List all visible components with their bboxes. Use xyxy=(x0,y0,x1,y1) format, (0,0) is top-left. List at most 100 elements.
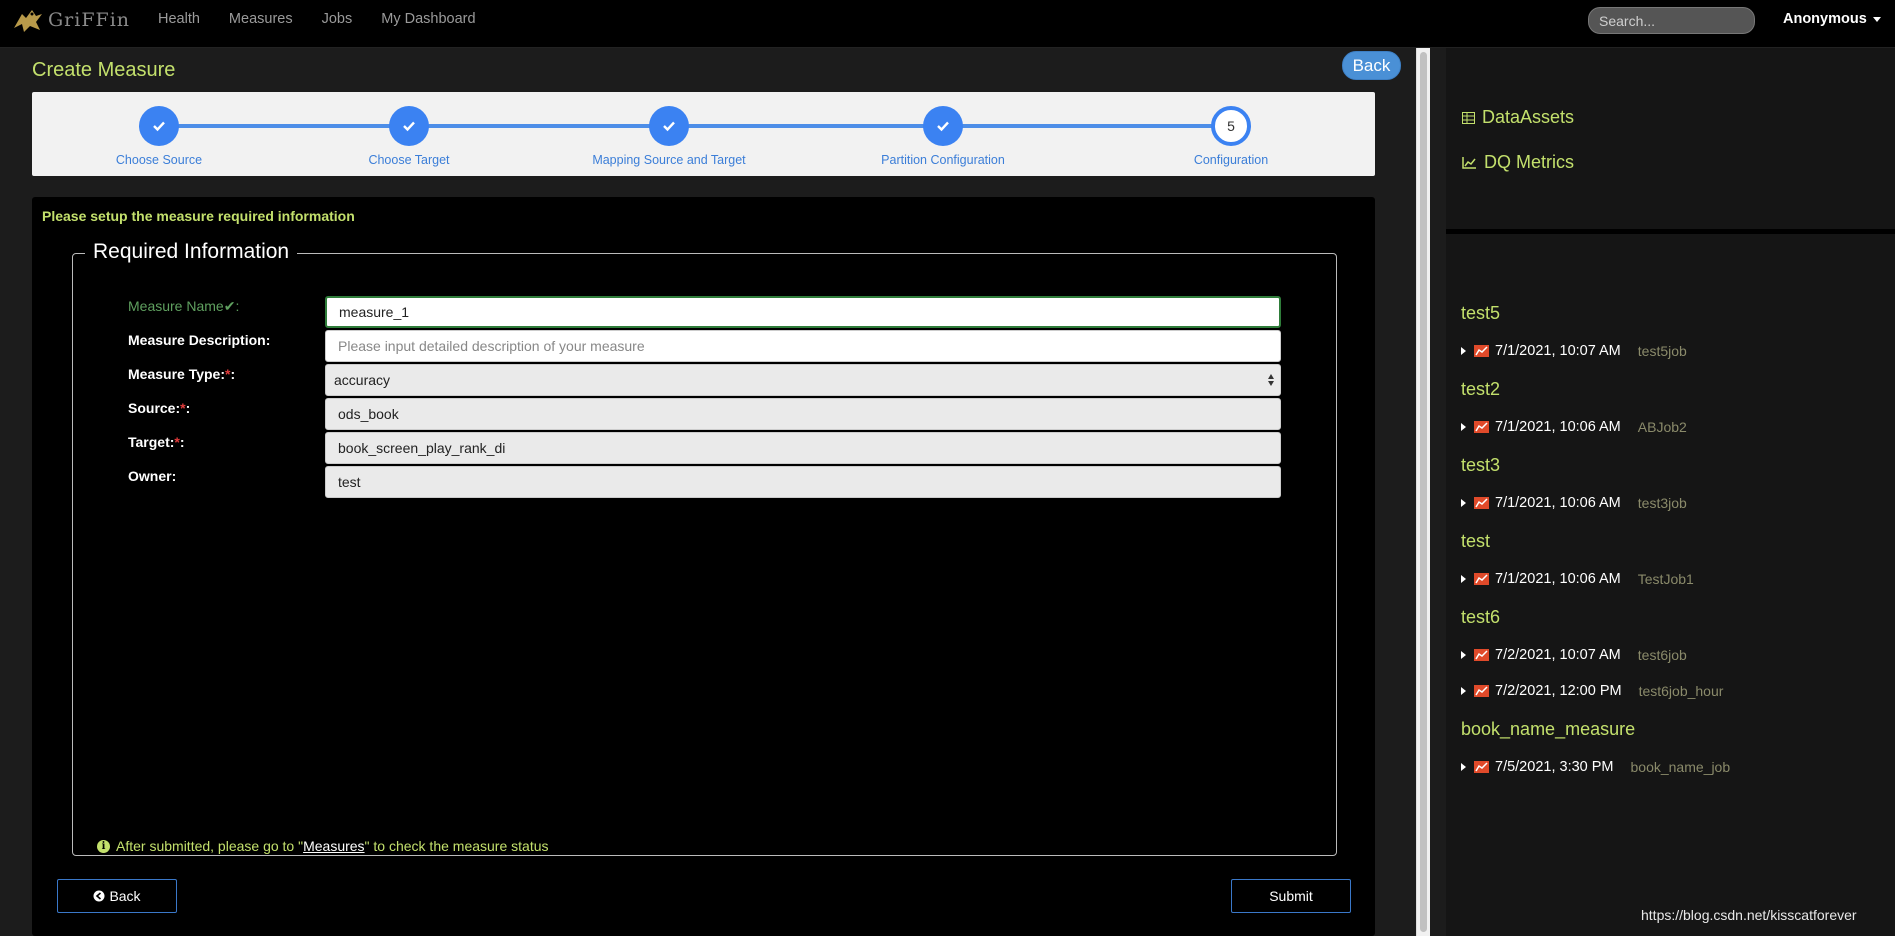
area-chart-icon xyxy=(1474,345,1489,357)
run-time: 7/1/2021, 10:06 AM xyxy=(1495,571,1621,587)
area-chart-icon xyxy=(1474,497,1489,509)
required-star: * xyxy=(180,400,186,416)
form-panel: Please setup the measure required inform… xyxy=(32,197,1375,936)
nav-health[interactable]: Health xyxy=(158,11,200,27)
sidebar-dq-metrics[interactable]: DQ Metrics xyxy=(1462,152,1574,173)
measure-description-input[interactable] xyxy=(325,330,1281,362)
job-name: test5job xyxy=(1637,343,1687,359)
submit-button[interactable]: Submit xyxy=(1231,879,1351,913)
run-time: 7/1/2021, 10:07 AM xyxy=(1495,343,1621,359)
target-label: Target:*: xyxy=(128,434,185,450)
caret-down-icon xyxy=(1872,16,1881,22)
metric-run-row[interactable]: 7/5/2021, 3:30 PM book_name_job xyxy=(1461,759,1730,775)
job-name: TestJob1 xyxy=(1637,571,1694,587)
measure-description-row: Measure Description: xyxy=(73,330,1338,362)
griffin-logo-icon xyxy=(14,10,42,32)
step-mapping[interactable]: Mapping Source and Target xyxy=(569,106,769,167)
nav-links: Health Measures Jobs My Dashboard xyxy=(158,11,476,27)
search-input[interactable] xyxy=(1588,7,1755,34)
step-label: Partition Configuration xyxy=(881,153,1005,167)
measures-link[interactable]: Measures xyxy=(303,838,364,854)
metric-run-row[interactable]: 7/1/2021, 10:07 AM test5job xyxy=(1461,343,1687,359)
fieldset-legend: Required Information xyxy=(85,240,298,264)
measure-type-value: accuracy xyxy=(334,372,391,388)
nav-my-dashboard[interactable]: My Dashboard xyxy=(381,11,475,27)
step-configuration[interactable]: 5 Configuration xyxy=(1131,106,1331,167)
metric-run-row[interactable]: 7/1/2021, 10:06 AM ABJob2 xyxy=(1461,419,1687,435)
check-icon xyxy=(389,106,429,146)
scrollbar[interactable] xyxy=(1416,48,1430,936)
valid-check-icon: ✔ xyxy=(223,298,236,314)
run-time: 7/2/2021, 10:07 AM xyxy=(1495,647,1621,663)
metric-run-row[interactable]: 7/2/2021, 10:07 AM test6job xyxy=(1461,647,1687,663)
area-chart-icon xyxy=(1474,685,1489,697)
job-name: ABJob2 xyxy=(1637,419,1687,435)
user-menu[interactable]: Anonymous xyxy=(1783,11,1881,27)
job-name: test6job_hour xyxy=(1638,683,1724,699)
measure-name-input[interactable] xyxy=(325,296,1281,328)
metric-name[interactable]: test5 xyxy=(1461,303,1500,324)
back-button-top[interactable]: Back xyxy=(1342,51,1401,80)
step-label: Mapping Source and Target xyxy=(592,153,746,167)
step-label: Choose Source xyxy=(115,153,203,167)
measure-name-row: Measure Name✔: xyxy=(73,296,1338,328)
line-chart-icon xyxy=(1462,156,1476,169)
wizard-stepper: Choose Source Choose Target Mapping Sour… xyxy=(32,92,1375,176)
page-title: Create Measure xyxy=(32,59,176,81)
check-icon xyxy=(649,106,689,146)
metric-name[interactable]: test6 xyxy=(1461,607,1500,628)
run-time: 7/1/2021, 10:06 AM xyxy=(1495,495,1621,511)
step-choose-source[interactable]: Choose Source xyxy=(59,106,259,167)
measure-type-label: Measure Type:*: xyxy=(128,366,236,382)
job-name: test6job xyxy=(1637,647,1687,663)
owner-label: Owner: xyxy=(128,468,177,484)
measure-type-select[interactable]: accuracy xyxy=(325,364,1281,396)
step-number: 5 xyxy=(1211,106,1251,146)
run-time: 7/5/2021, 3:30 PM xyxy=(1495,759,1614,775)
metric-run-row[interactable]: 7/1/2021, 10:06 AM test3job xyxy=(1461,495,1687,511)
caret-right-icon xyxy=(1461,687,1466,695)
brand[interactable]: GriFFin xyxy=(12,6,130,34)
metric-run-row[interactable]: 7/2/2021, 12:00 PM test6job_hour xyxy=(1461,683,1723,699)
watermark: https://blog.csdn.net/kisscatforever xyxy=(1641,907,1857,923)
scrollbar-thumb[interactable] xyxy=(1420,52,1427,932)
sidebar-dq-metrics-label: DQ Metrics xyxy=(1484,152,1574,172)
area-chart-icon xyxy=(1474,761,1489,773)
sidebar-dataassets[interactable]: DataAssets xyxy=(1462,107,1574,128)
measure-type-row: Measure Type:*: accuracy xyxy=(73,364,1338,396)
caret-right-icon xyxy=(1461,499,1466,507)
sidebar-dataassets-label: DataAssets xyxy=(1482,107,1575,127)
required-star: * xyxy=(174,434,180,450)
arrow-circle-left-icon xyxy=(93,890,105,902)
check-icon xyxy=(139,106,179,146)
submit-note: i After submitted, please go to "Measure… xyxy=(97,838,549,854)
step-partition-configuration[interactable]: Partition Configuration xyxy=(843,106,1043,167)
target-row: Target:*: book_screen_play_rank_di xyxy=(73,432,1338,464)
metric-name[interactable]: test2 xyxy=(1461,379,1500,400)
caret-right-icon xyxy=(1461,575,1466,583)
area-chart-icon xyxy=(1474,649,1489,661)
required-star: * xyxy=(225,366,231,382)
step-choose-target[interactable]: Choose Target xyxy=(309,106,509,167)
note-text: After submitted, please go to "Measures"… xyxy=(116,838,549,854)
run-time: 7/2/2021, 12:00 PM xyxy=(1495,683,1622,699)
metric-run-row[interactable]: 7/1/2021, 10:06 AM TestJob1 xyxy=(1461,571,1694,587)
step-label: Configuration xyxy=(1193,153,1269,167)
metric-name[interactable]: book_name_measure xyxy=(1461,719,1635,740)
area-chart-icon xyxy=(1474,573,1489,585)
user-name: Anonymous xyxy=(1783,11,1867,27)
caret-right-icon xyxy=(1461,763,1466,771)
measure-name-label: Measure Name✔: xyxy=(128,298,240,314)
step-label: Choose Target xyxy=(368,153,450,167)
target-field: book_screen_play_rank_di xyxy=(325,432,1281,464)
metric-name[interactable]: test3 xyxy=(1461,455,1500,476)
metric-name[interactable]: test xyxy=(1461,531,1490,552)
owner-row: Owner: test xyxy=(73,466,1338,498)
nav-jobs[interactable]: Jobs xyxy=(322,11,353,27)
right-sidebar: DataAssets DQ Metrics test5 7/1/2021, 10… xyxy=(1446,48,1895,936)
nav-measures[interactable]: Measures xyxy=(229,11,293,27)
caret-right-icon xyxy=(1461,423,1466,431)
back-button[interactable]: Back xyxy=(57,879,177,913)
caret-right-icon xyxy=(1461,651,1466,659)
owner-field: test xyxy=(325,466,1281,498)
